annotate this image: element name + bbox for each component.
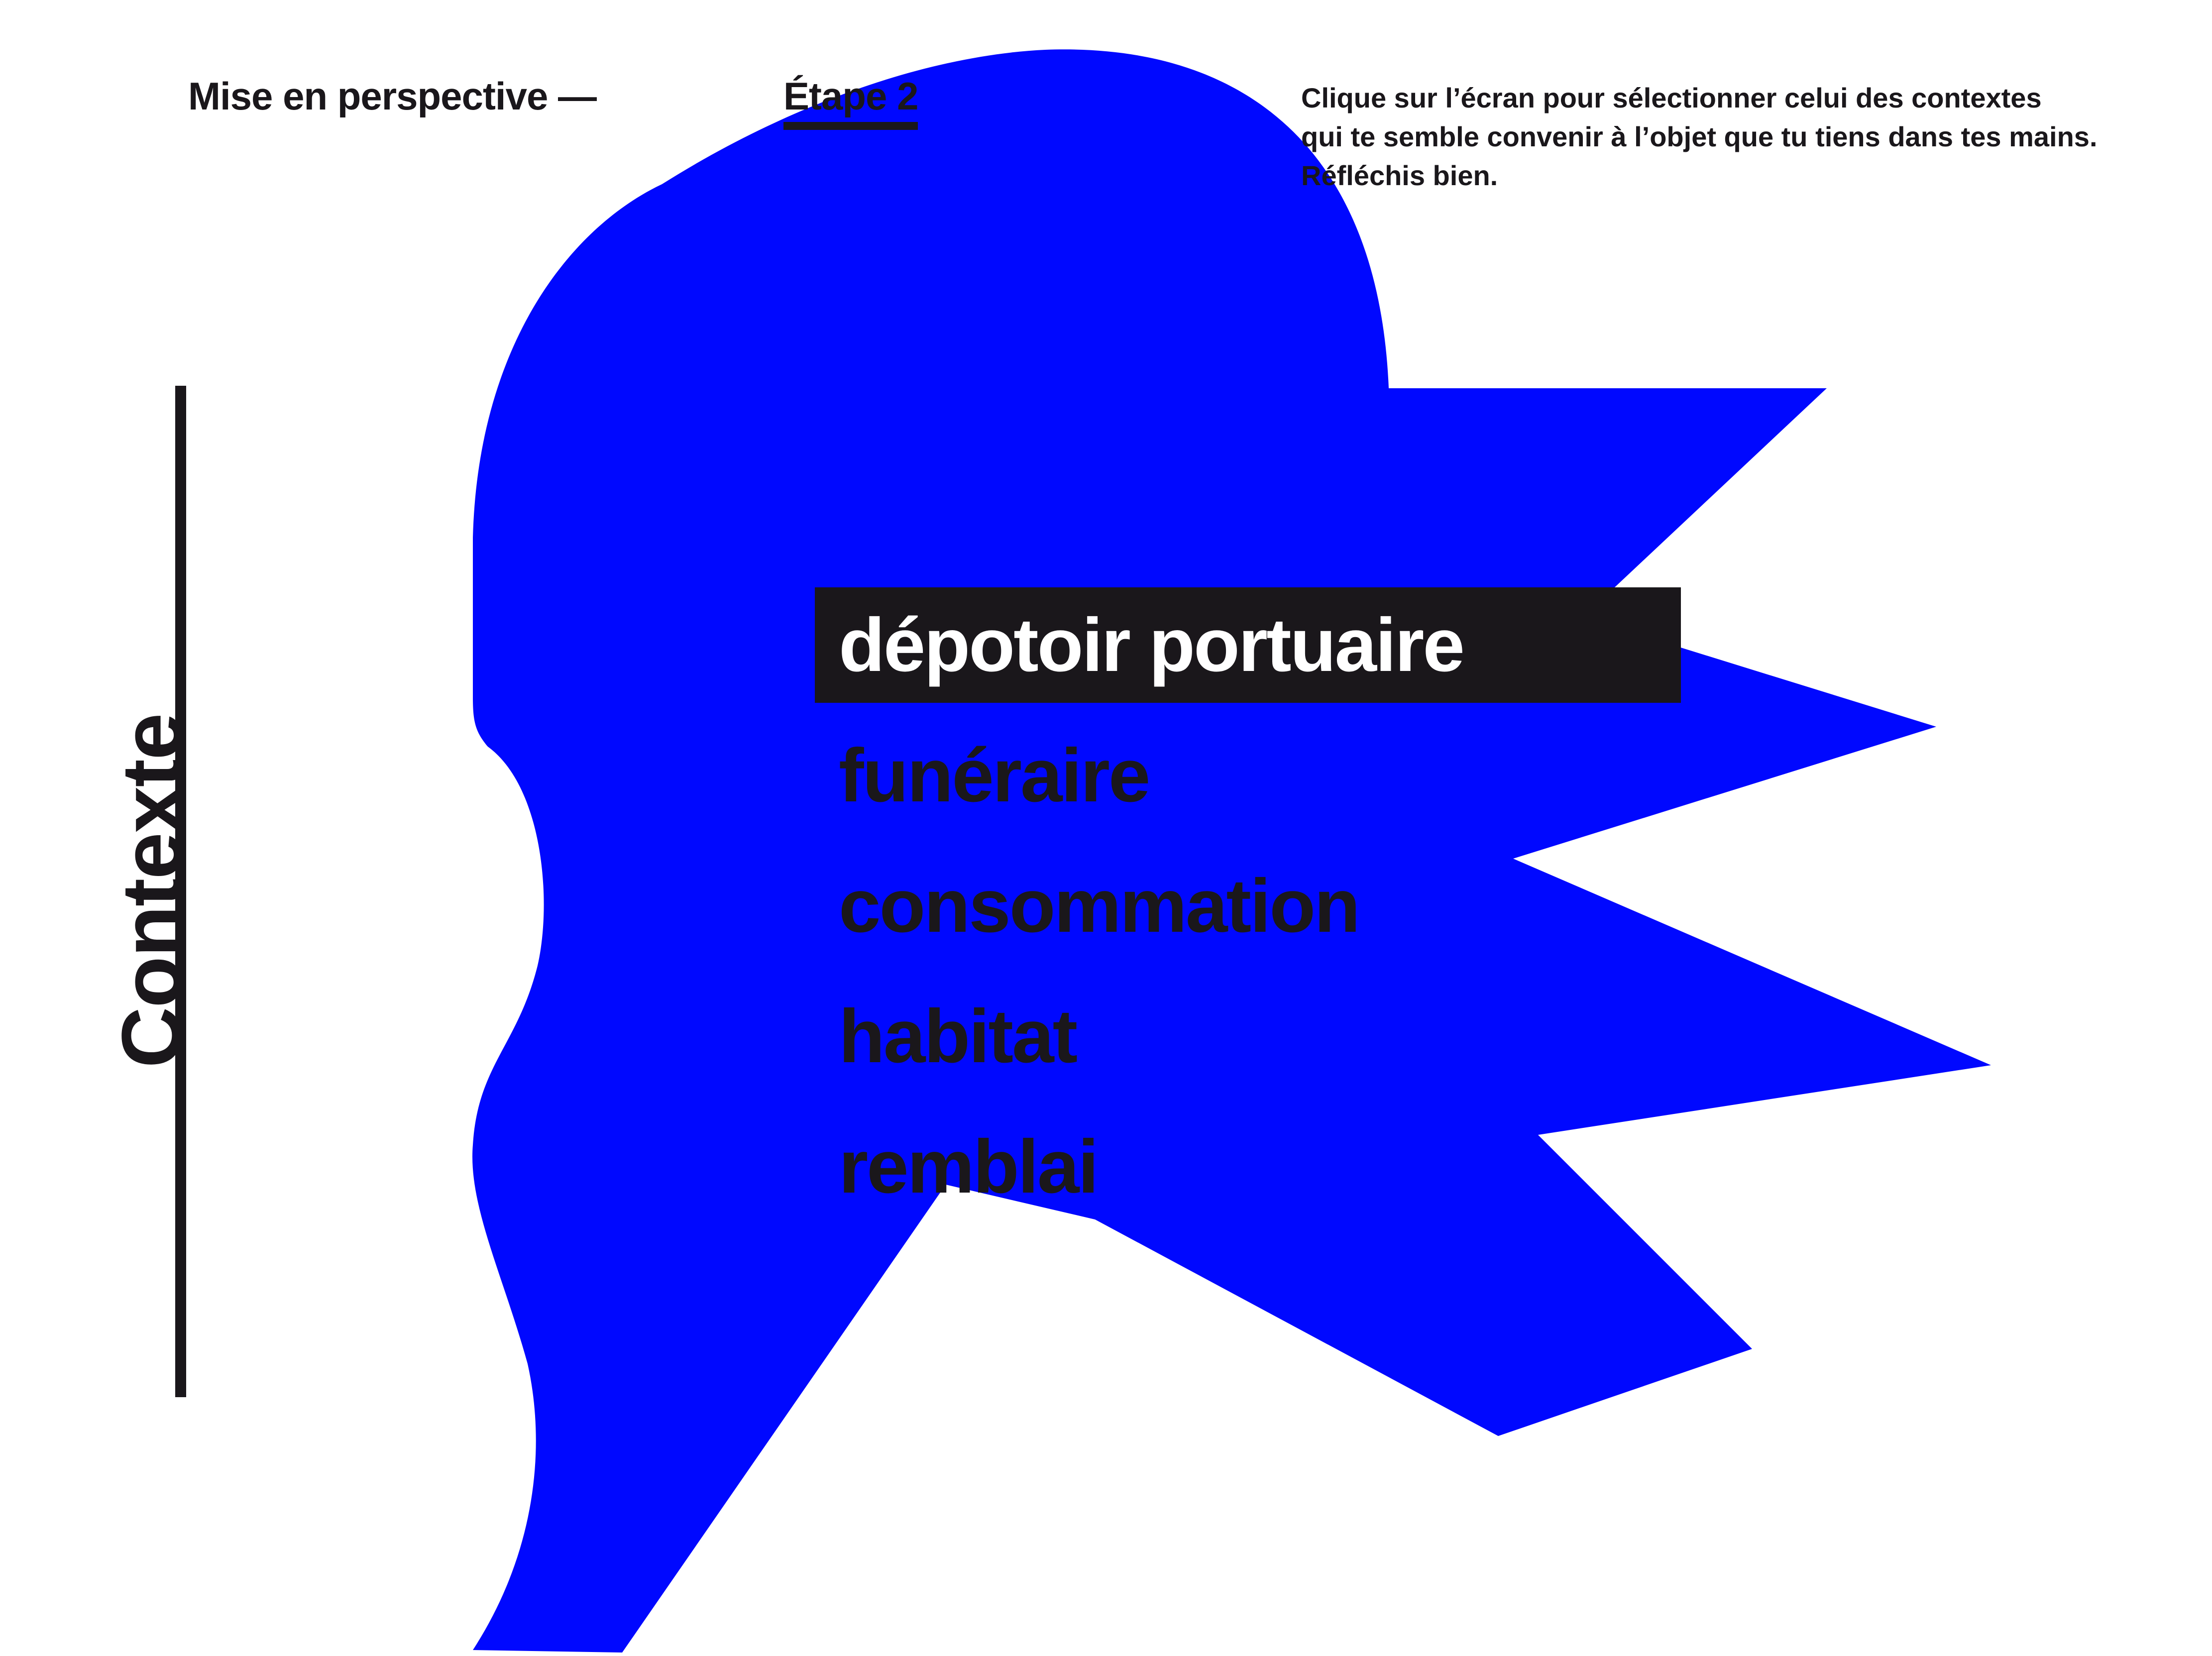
instructions-line: qui te semble convenir à l’objet que tu … (1301, 121, 2098, 152)
context-option-consommation[interactable]: consommation (815, 848, 1681, 964)
context-option-remblai[interactable]: remblai (815, 1109, 1681, 1224)
context-option-depotoir-portuaire[interactable]: dépotoir portuaire (815, 587, 1681, 703)
page-title: Mise en perspective — (188, 74, 597, 118)
section-divider (175, 386, 186, 1397)
context-option-habitat[interactable]: habitat (815, 979, 1681, 1094)
instructions-line: Clique sur l’écran pour sélectionner cel… (1301, 82, 2042, 113)
context-option-funeraire[interactable]: funéraire (815, 718, 1681, 833)
step-indicator: Étape 2 (783, 74, 918, 130)
context-options-list: dépotoir portuaire funéraire consommatio… (815, 587, 1681, 1239)
instructions-line: Réfléchis bien. (1301, 160, 1498, 191)
instructions-text: Clique sur l’écran pour sélectionner cel… (1301, 79, 2177, 195)
